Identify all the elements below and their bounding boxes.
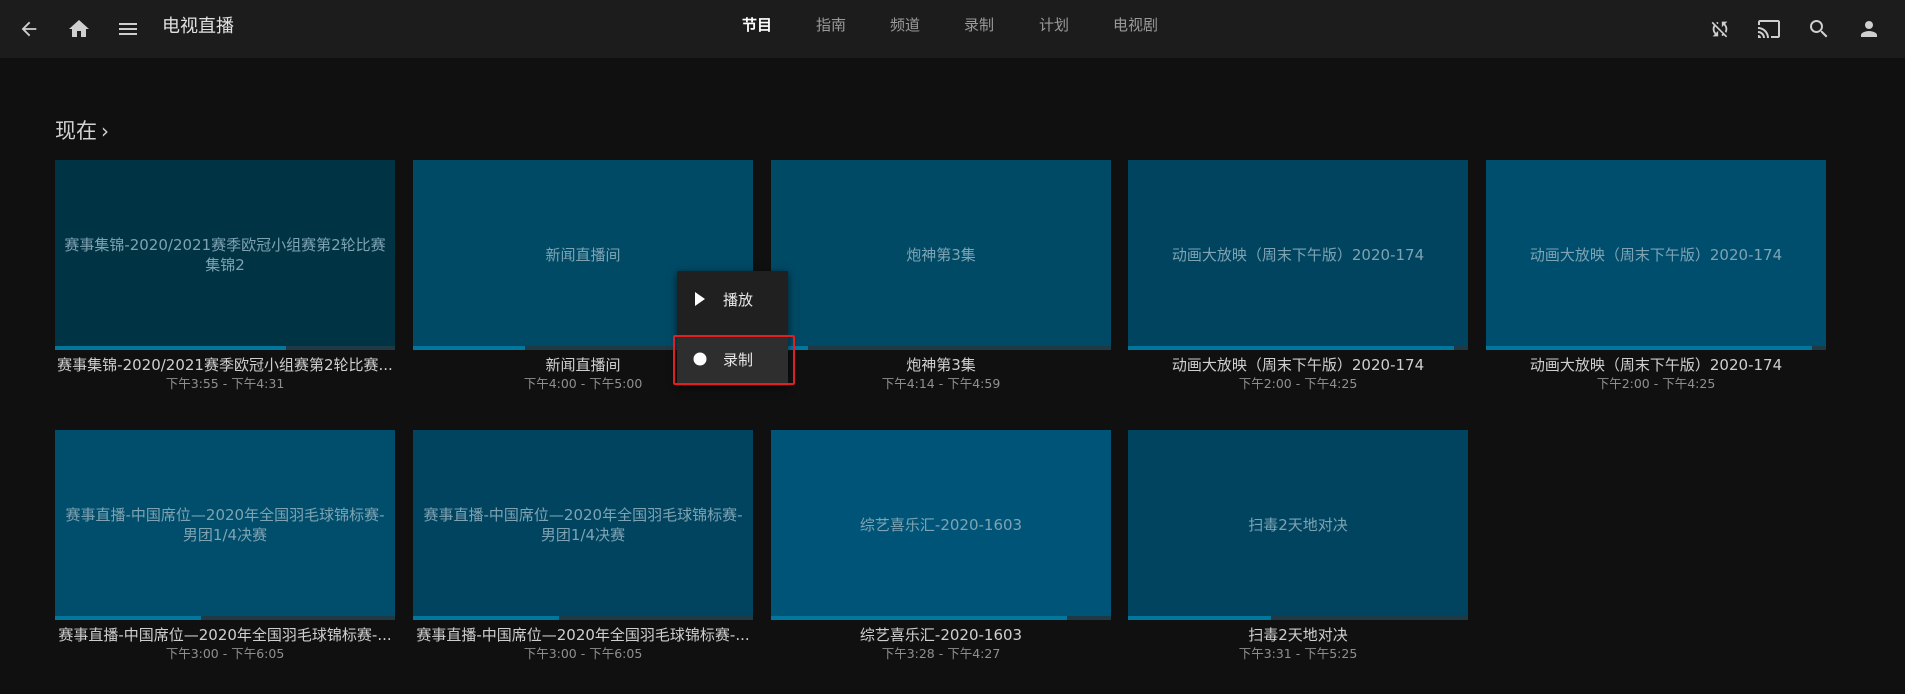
program-time: 下午3:28 - 下午4:27 — [881, 646, 1001, 661]
program-thumbnail: 综艺喜乐汇-2020-1603 — [771, 430, 1111, 620]
program-title: 综艺喜乐汇-2020-1603 — [859, 626, 1023, 644]
tab-programs[interactable]: 节目 — [742, 14, 772, 35]
program-time: 下午2:00 - 下午4:25 — [1238, 376, 1358, 391]
menu-item-label: 录制 — [723, 350, 754, 369]
program-card[interactable]: 动画大放映（周末下午版）2020-174 动画大放映（周末下午版）2020-17… — [1486, 160, 1826, 392]
program-time: 下午2:00 - 下午4:25 — [1596, 376, 1716, 391]
thumbnail-title: 综艺喜乐汇-2020-1603 — [859, 516, 1023, 534]
program-thumbnail: 炮神第3集 — [771, 160, 1111, 350]
cast-button[interactable] — [1753, 13, 1785, 45]
progress-bar — [55, 616, 395, 620]
thumbnail-title: 赛事直播-中国席位—2020年全国羽毛球锦标赛-男团1/4决赛 — [65, 506, 385, 544]
progress-fill — [1128, 616, 1271, 620]
back-arrow-icon — [21, 21, 37, 37]
progress-fill — [1128, 346, 1455, 350]
tab-channels[interactable]: 频道 — [890, 14, 920, 35]
menu-icon — [119, 23, 137, 35]
progress-fill — [1486, 346, 1813, 350]
menu-button[interactable] — [112, 13, 144, 45]
progress-bar — [55, 346, 395, 350]
record-icon — [693, 352, 707, 366]
program-title: 动画大放映（周末下午版）2020-174 — [1529, 356, 1783, 374]
thumbnail-title: 赛事直播-中国席位—2020年全国羽毛球锦标赛-男团1/4决赛 — [423, 506, 743, 544]
program-thumbnail: 赛事直播-中国席位—2020年全国羽毛球锦标赛-男团1/4决赛 — [413, 430, 753, 620]
program-title: 扫毒2天地对决 — [1248, 626, 1348, 644]
user-button[interactable] — [1853, 13, 1885, 45]
section-title: 现在 — [55, 119, 97, 143]
program-card[interactable]: 动画大放映（周末下午版）2020-174 动画大放映（周末下午版）2020-17… — [1128, 160, 1468, 392]
progress-bar — [1128, 616, 1468, 620]
progress-fill — [413, 616, 560, 620]
menu-item-record[interactable]: 录制 — [677, 335, 788, 383]
progress-fill — [55, 616, 202, 620]
progress-bar — [771, 346, 1111, 350]
program-title: 炮神第3集 — [906, 356, 976, 374]
program-card[interactable]: 综艺喜乐汇-2020-1603 综艺喜乐汇-2020-1603 下午3:28 -… — [771, 430, 1111, 662]
progress-fill — [55, 346, 287, 350]
thumbnail-title: 动画大放映（周末下午版）2020-174 — [1529, 246, 1783, 264]
sync-disabled-icon — [1711, 21, 1728, 38]
program-title: 赛事集锦-2020/2021赛季欧冠小组赛第2轮比赛... — [57, 356, 393, 374]
back-button[interactable] — [13, 13, 45, 45]
menu-item-label: 播放 — [723, 290, 754, 309]
app-title: 电视直播 — [162, 16, 234, 37]
progress-fill — [413, 346, 526, 350]
program-time: 下午3:00 - 下午6:05 — [523, 646, 643, 661]
thumbnail-title: 赛事集锦-2020/2021赛季欧冠小组赛第2轮比赛集锦2 — [64, 236, 386, 274]
thumbnail-title: 动画大放映（周末下午版）2020-174 — [1171, 246, 1425, 264]
progress-bar — [771, 616, 1111, 620]
thumbnail-title: 扫毒2天地对决 — [1248, 516, 1348, 534]
program-thumbnail: 扫毒2天地对决 — [1128, 430, 1468, 620]
progress-bar — [413, 616, 753, 620]
tab-schedule[interactable]: 计划 — [1039, 14, 1069, 35]
program-card[interactable]: 扫毒2天地对决 扫毒2天地对决 下午3:31 - 下午5:25 — [1128, 430, 1468, 662]
program-card[interactable]: 赛事直播-中国席位—2020年全国羽毛球锦标赛-男团1/4决赛 赛事直播-中国席… — [413, 430, 753, 662]
top-app-bar: 电视直播 节目 指南 频道 录制 计划 电视剧 — [0, 0, 1905, 58]
program-thumbnail: 动画大放映（周末下午版）2020-174 — [1486, 160, 1826, 350]
program-time: 下午3:31 - 下午5:25 — [1238, 646, 1358, 661]
search-icon — [1810, 20, 1828, 38]
program-time: 下午3:00 - 下午6:05 — [165, 646, 285, 661]
program-title: 赛事直播-中国席位—2020年全国羽毛球锦标赛-... — [58, 626, 392, 644]
program-thumbnail: 赛事直播-中国席位—2020年全国羽毛球锦标赛-男团1/4决赛 — [55, 430, 395, 620]
program-time: 下午4:14 - 下午4:59 — [881, 376, 1001, 391]
progress-bar — [1486, 346, 1826, 350]
tab-guide[interactable]: 指南 — [816, 14, 846, 35]
progress-fill — [771, 616, 1067, 620]
home-button[interactable] — [63, 13, 95, 45]
play-icon — [695, 292, 705, 306]
section-header-now[interactable]: 现在 › — [55, 115, 109, 145]
cast-icon — [1758, 20, 1780, 38]
home-icon — [69, 20, 89, 37]
sync-button[interactable] — [1704, 13, 1736, 45]
tab-series[interactable]: 电视剧 — [1113, 14, 1158, 35]
thumbnail-title: 新闻直播间 — [545, 246, 621, 264]
chevron-right-icon: › — [101, 119, 109, 143]
program-title: 赛事直播-中国席位—2020年全国羽毛球锦标赛-... — [416, 626, 750, 644]
progress-bar — [1128, 346, 1468, 350]
menu-item-play[interactable]: 播放 — [677, 275, 788, 323]
program-thumbnail: 动画大放映（周末下午版）2020-174 — [1128, 160, 1468, 350]
program-card[interactable]: 炮神第3集 炮神第3集 下午4:14 - 下午4:59 — [771, 160, 1111, 392]
search-button[interactable] — [1803, 13, 1835, 45]
program-time: 下午3:55 - 下午4:31 — [165, 376, 285, 391]
program-thumbnail: 赛事集锦-2020/2021赛季欧冠小组赛第2轮比赛集锦2 — [55, 160, 395, 350]
user-icon — [1861, 21, 1877, 37]
context-menu: 播放 录制 — [677, 271, 788, 386]
thumbnail-title: 炮神第3集 — [906, 246, 976, 264]
program-card[interactable]: 赛事集锦-2020/2021赛季欧冠小组赛第2轮比赛集锦2 赛事集锦-2020/… — [55, 160, 395, 392]
program-card[interactable]: 赛事直播-中国席位—2020年全国羽毛球锦标赛-男团1/4决赛 赛事直播-中国席… — [55, 430, 395, 662]
tab-recordings[interactable]: 录制 — [964, 14, 994, 35]
program-title: 动画大放映（周末下午版）2020-174 — [1171, 356, 1425, 374]
